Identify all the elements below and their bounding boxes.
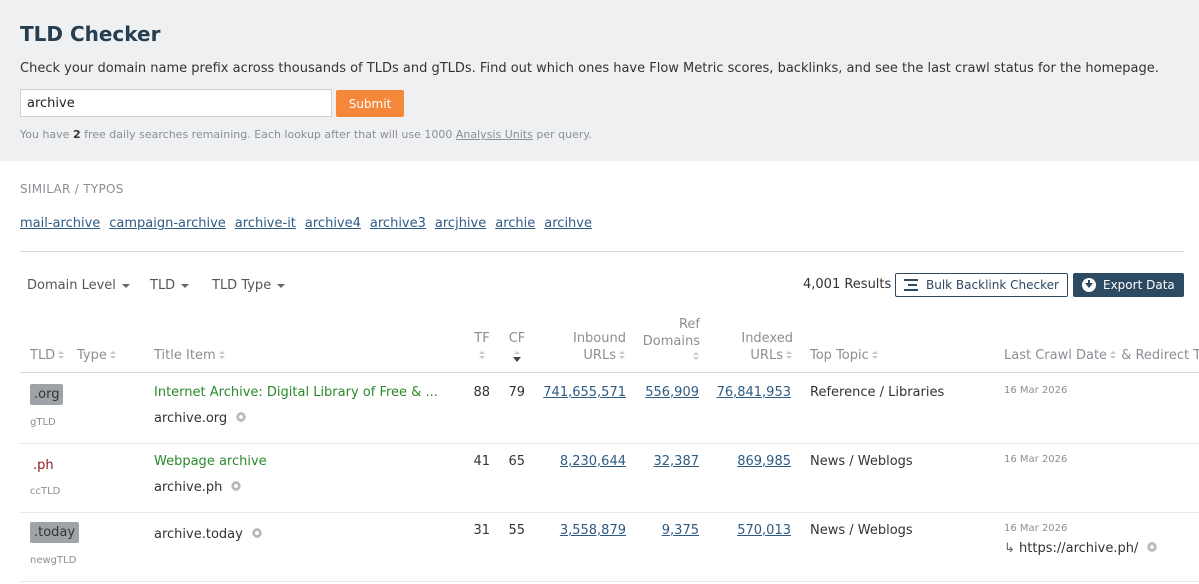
table-header-divider	[20, 372, 1199, 373]
gear-icon[interactable]	[235, 411, 247, 423]
sort-icon	[1110, 351, 1117, 360]
cf-value: 55	[508, 523, 525, 538]
divider	[20, 251, 1184, 252]
export-data-button[interactable]: Export Data	[1073, 273, 1184, 297]
ref-domains-link[interactable]: 32,387	[620, 453, 700, 470]
tld-filter[interactable]: TLD	[150, 278, 190, 293]
row-divider	[20, 512, 1199, 513]
quota-notice: You have 2 free daily searches remaining…	[20, 128, 592, 141]
inbound-urls-link[interactable]: 741,655,571	[526, 384, 626, 401]
chevron-down-icon	[181, 283, 190, 288]
top-topic-value: News / Weblogs	[810, 454, 913, 469]
page-title-cell[interactable]: Internet Archive: Digital Library of Fre…	[154, 384, 438, 401]
cf-value: 65	[508, 454, 525, 469]
cf-value: 79	[508, 385, 525, 400]
column-header-top-topic[interactable]: Top Topic	[810, 347, 879, 364]
tld-type-label: newgTLD	[30, 555, 77, 566]
sort-icon	[478, 351, 486, 360]
sort-icon	[871, 351, 879, 360]
tld-type-filter[interactable]: TLD Type	[212, 278, 286, 293]
indexed-urls-link[interactable]: 570,013	[700, 522, 791, 539]
crawl-date: 16 Mar 2026	[1004, 454, 1068, 465]
sort-icon	[786, 351, 793, 360]
sort-up-icon	[514, 351, 520, 354]
top-topic-value: News / Weblogs	[810, 523, 913, 538]
gear-icon[interactable]	[251, 527, 263, 539]
sort-icon	[693, 352, 700, 361]
column-header-tf[interactable]: TF	[472, 330, 492, 364]
sort-icon	[58, 351, 65, 360]
tld-badge: .today	[30, 522, 80, 543]
search-panel: TLD Checker Check your domain name prefi…	[0, 0, 1199, 161]
tld-label: .ph	[33, 458, 54, 473]
list-icon	[904, 279, 918, 291]
domain-level-filter[interactable]: Domain Level	[27, 278, 130, 293]
tld-type-label: gTLD	[30, 417, 56, 428]
tf-value: 88	[473, 385, 490, 400]
similar-typos-label: SIMILAR / TYPOS	[20, 182, 124, 196]
submit-button[interactable]: Submit	[336, 90, 404, 117]
column-header-tld[interactable]: TLD	[30, 347, 65, 364]
chevron-down-icon	[277, 283, 286, 288]
similar-link[interactable]: arcjhive	[435, 216, 486, 231]
inbound-urls-link[interactable]: 8,230,644	[526, 453, 626, 470]
sort-icon	[619, 351, 626, 360]
sort-descending-icon	[513, 357, 521, 362]
download-icon	[1082, 278, 1096, 292]
indexed-urls-link[interactable]: 76,841,953	[700, 384, 791, 401]
redirect-arrow-icon: ↳	[1004, 541, 1020, 556]
similar-link[interactable]: archive-it	[235, 216, 296, 231]
sort-icon	[109, 351, 117, 360]
similar-link[interactable]: arcihve	[544, 216, 592, 231]
similar-link[interactable]: mail-archive	[20, 216, 100, 231]
row-divider	[20, 443, 1199, 444]
crawl-date: 16 Mar 2026	[1004, 523, 1068, 534]
page-description: Check your domain name prefix across tho…	[20, 61, 1159, 76]
similar-link[interactable]: archive4	[305, 216, 361, 231]
tf-value: 31	[473, 523, 490, 538]
page-title-cell[interactable]: Webpage archive	[154, 453, 267, 470]
ref-domains-link[interactable]: 9,375	[620, 522, 699, 539]
similar-link[interactable]: archive3	[370, 216, 426, 231]
top-topic-value: Reference / Libraries	[810, 385, 945, 400]
column-header-cf[interactable]: CF	[505, 330, 529, 363]
tld-type-label: ccTLD	[30, 486, 61, 497]
column-header-inbound-urls[interactable]: Inbound URLs	[546, 330, 626, 364]
quota-count: 2	[72, 128, 81, 141]
chevron-down-icon	[121, 283, 130, 288]
similar-typos-list: mail-archive campaign-archive archive-it ar…	[20, 216, 601, 231]
bulk-backlink-checker-button[interactable]: Bulk Backlink Checker	[895, 273, 1068, 297]
column-header-title-item[interactable]: Title Item	[154, 347, 226, 364]
domain-cell: archive.org	[154, 410, 247, 427]
column-header-ref-domains[interactable]: Ref Domains	[630, 316, 700, 364]
crawl-date: 16 Mar 2026	[1004, 385, 1068, 396]
analysis-units-link[interactable]: Analysis Units	[456, 128, 533, 141]
search-input[interactable]	[20, 89, 332, 117]
tf-value: 41	[473, 454, 490, 469]
inbound-urls-link[interactable]: 3,558,879	[526, 522, 626, 539]
column-header-last-crawl[interactable]: Last Crawl Date & Redirect To	[1004, 347, 1199, 364]
column-header-indexed-urls[interactable]: Indexed URLs	[710, 330, 793, 364]
similar-link[interactable]: campaign-archive	[109, 216, 226, 231]
page-title: TLD Checker	[20, 22, 161, 46]
ref-domains-link[interactable]: 556,909	[620, 384, 699, 401]
redirect-target: ↳ https://archive.ph/	[1004, 541, 1158, 556]
results-count: 4,001 Results	[803, 277, 892, 292]
column-header-type[interactable]: Type	[77, 347, 117, 364]
similar-link[interactable]: archie	[495, 216, 535, 231]
domain-cell: archive.ph	[154, 479, 242, 496]
gear-icon[interactable]	[230, 480, 242, 492]
sort-icon	[218, 351, 226, 360]
indexed-urls-link[interactable]: 869,985	[700, 453, 791, 470]
gear-icon[interactable]	[1146, 541, 1158, 553]
domain-cell: archive.today	[154, 526, 263, 543]
row-divider	[20, 581, 1199, 582]
tld-badge: .org	[30, 384, 64, 405]
